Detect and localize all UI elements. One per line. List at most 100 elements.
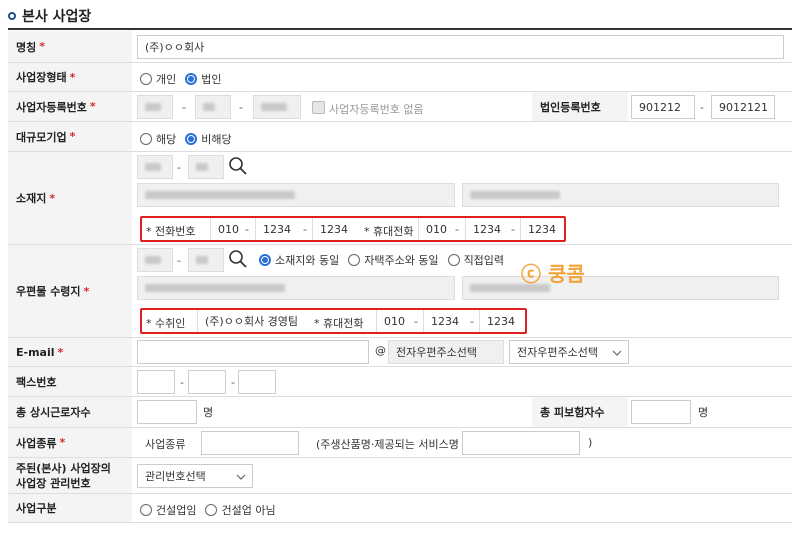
biz-class-label: 사업구분 [16, 502, 57, 515]
dash: - [511, 223, 515, 236]
chevron-down-icon [236, 474, 246, 480]
biz-reg-part2[interactable] [195, 95, 231, 119]
mail-mobile-label: * 휴대전화 [314, 317, 364, 330]
mobile-part2[interactable]: 1234 [465, 218, 509, 240]
watermark-logo: ⓒ 쿵콤 [521, 262, 585, 286]
radio-label: 자택주소와 동일 [364, 254, 439, 267]
insured-label: 총 피보험자수 [532, 397, 628, 427]
radio-checked-icon[interactable] [185, 73, 198, 85]
industry-note-close: ) [588, 436, 593, 449]
radio-label: 개인 [156, 73, 177, 86]
radio-icon[interactable] [140, 133, 152, 145]
large-company-label: 대규모기업 [16, 130, 67, 144]
radio-construction[interactable]: 건설업임 [140, 502, 196, 518]
mail-mobile-part2[interactable]: 1234 [423, 310, 467, 332]
mail-address-line1[interactable] [137, 276, 455, 300]
radio-icon[interactable] [140, 504, 152, 516]
radio-corporation[interactable]: 법인 [185, 71, 222, 87]
dash: - [231, 376, 235, 389]
title-divider [8, 28, 792, 30]
email-domain-select[interactable]: 전자우편주소선택 [509, 340, 629, 364]
mail-address-line2[interactable] [462, 276, 779, 300]
fax-part2[interactable] [188, 370, 226, 394]
biz-reg-part3[interactable] [253, 95, 301, 119]
required-mark: * [69, 130, 76, 143]
radio-checked-icon[interactable] [185, 133, 198, 145]
radio-icon[interactable] [348, 254, 361, 266]
insured-input[interactable] [631, 400, 691, 424]
workers-input[interactable] [137, 400, 197, 424]
mail-zip-part1[interactable] [137, 248, 173, 272]
phone-label: * 전화번호 [146, 225, 196, 238]
radio-label: 소재지와 동일 [275, 254, 340, 267]
recipient-input[interactable]: (주)ㅇㅇ회사 경영팀 [197, 310, 307, 332]
address-line2[interactable] [462, 183, 779, 207]
mgmt-no-select[interactable]: 관리번호선택 [137, 464, 253, 488]
row-email: E-mail * @ 전자우편주소선택 전자우편주소선택 [8, 338, 792, 367]
radio-icon[interactable] [205, 504, 218, 516]
mail-mobile-part3[interactable]: 1234 [479, 310, 523, 332]
no-number-checkbox[interactable] [312, 101, 325, 114]
product-input[interactable] [462, 431, 580, 455]
radio-direct-input[interactable]: 직접입력 [447, 252, 504, 268]
radio-label: 건설업 아님 [221, 504, 276, 517]
biz-reg-part1[interactable] [137, 95, 173, 119]
radio-individual[interactable]: 개인 [140, 71, 176, 87]
row-biz-reg: 사업자등록번호 * - - 사업자등록번호 없음 법인등록번호 901212 - … [8, 92, 792, 122]
fax-part3[interactable] [238, 370, 276, 394]
radio-same-as-location[interactable]: 소재지와 동일 [259, 252, 339, 268]
radio-not-applicable[interactable]: 비해당 [185, 131, 232, 147]
radio-not-construction[interactable]: 건설업 아님 [205, 502, 276, 518]
required-mark: * [59, 436, 66, 449]
industry-input[interactable] [201, 431, 299, 455]
radio-icon[interactable] [140, 73, 152, 85]
row-mail-address: 우편물 수령지 * - 소재지와 동일 자택주소와 동일 직접입력 * 수취인 (… [8, 245, 792, 338]
large-company-radios: 해당 비해당 [140, 131, 241, 147]
mail-mobile-part1[interactable]: 010 [376, 310, 410, 332]
radio-label: 법인 [201, 73, 222, 86]
mobile-part1[interactable]: 010 [418, 218, 452, 240]
search-icon[interactable] [228, 156, 248, 176]
corp-reg-label: 법인등록번호 [532, 92, 628, 121]
dash: - [177, 254, 181, 267]
dash: - [700, 101, 704, 114]
search-icon[interactable] [228, 249, 248, 269]
radio-applicable[interactable]: 해당 [140, 131, 176, 147]
radio-checked-icon[interactable] [259, 254, 271, 266]
biz-class-radios: 건설업임 건설업 아님 [140, 502, 285, 518]
mail-address-radios: 소재지와 동일 자택주소와 동일 직접입력 [259, 252, 513, 268]
radio-same-as-home[interactable]: 자택주소와 동일 [348, 252, 439, 268]
mobile-part3[interactable]: 1234 [520, 218, 564, 240]
chevron-down-icon [612, 350, 622, 356]
name-input[interactable]: (주)ㅇㅇ회사 [137, 35, 784, 59]
workers-unit: 명 [203, 406, 214, 419]
dash: - [180, 376, 184, 389]
at-sign: @ [375, 344, 386, 357]
address-line1[interactable] [137, 183, 455, 207]
corp-reg-part1[interactable]: 901212 [631, 95, 695, 119]
phone-part3[interactable]: 1234 [312, 218, 358, 240]
bullet-icon [8, 12, 16, 20]
phone-part1[interactable]: 010 [210, 218, 242, 240]
recipient-label: * 수취인 [146, 317, 186, 330]
mail-zip-part2[interactable] [188, 248, 224, 272]
radio-label: 건설업임 [156, 504, 197, 517]
location-contact-box: * 전화번호 010 - 1234 - 1234 * 휴대전화 010 - 12… [140, 216, 566, 242]
required-mark: * [49, 191, 56, 205]
zip-part1[interactable] [137, 155, 173, 179]
email-local-input[interactable] [137, 340, 369, 364]
name-label: 명칭 [16, 40, 37, 54]
insured-unit: 명 [698, 406, 709, 419]
fax-part1[interactable] [137, 370, 175, 394]
zip-part2[interactable] [188, 155, 224, 179]
phone-part2[interactable]: 1234 [255, 218, 301, 240]
radio-icon[interactable] [447, 254, 460, 266]
email-domain-input[interactable]: 전자우편주소선택 [388, 340, 504, 364]
required-mark: * [89, 100, 96, 113]
dash: - [239, 101, 243, 114]
workers-label: 총 상시근로자수 [16, 406, 91, 419]
corp-reg-part2[interactable]: 9012121 [711, 95, 775, 119]
row-workers: 총 상시근로자수 명 총 피보험자수 명 [8, 397, 792, 428]
industry-field-label: 사업종류 [145, 438, 186, 451]
row-industry: 사업종류 * 사업종류 (주생산품명·제공되는 서비스명 ) [8, 428, 792, 458]
